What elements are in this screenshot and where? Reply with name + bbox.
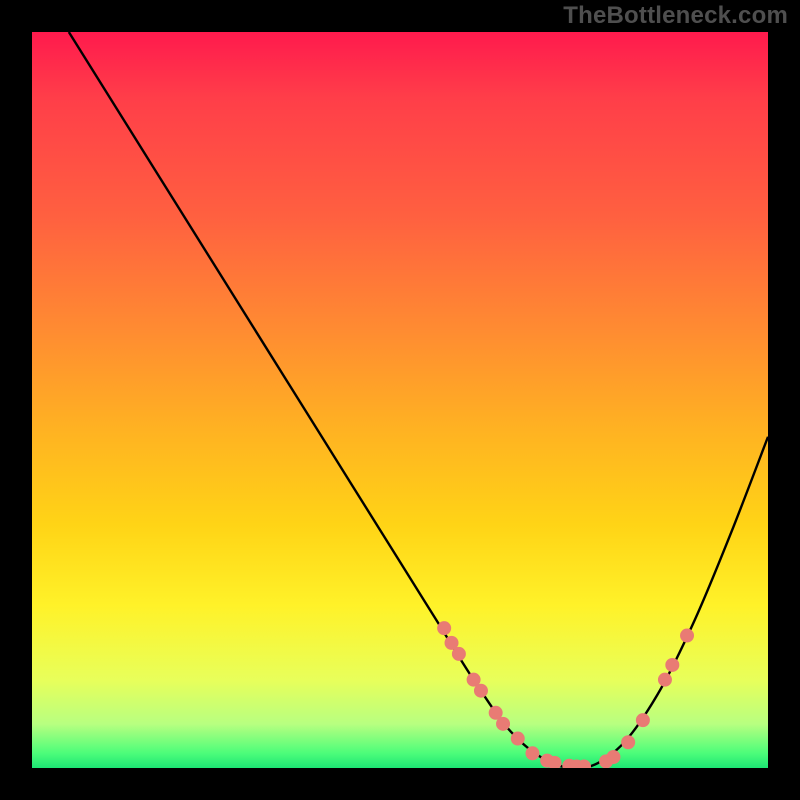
curve-marker [445, 636, 458, 649]
curve-marker [526, 747, 539, 760]
curve-marker [548, 756, 561, 768]
curve-marker [666, 658, 679, 671]
curve-marker [607, 750, 620, 763]
curve-marker [622, 736, 635, 749]
curve-marker [438, 622, 451, 635]
curve-marker [636, 714, 649, 727]
chart-svg [32, 32, 768, 768]
curve-marker [681, 629, 694, 642]
curve-marker [497, 717, 510, 730]
curve-marker [489, 706, 502, 719]
plot-area [32, 32, 768, 768]
curve-marker [467, 673, 480, 686]
curve-group [69, 32, 768, 768]
bottleneck-curve [69, 32, 768, 768]
curve-marker [658, 673, 671, 686]
curve-marker [452, 647, 465, 660]
curve-marker [578, 760, 591, 768]
curve-marker [474, 684, 487, 697]
curve-markers [438, 622, 694, 768]
chart-frame: TheBottleneck.com [0, 0, 800, 800]
watermark-text: TheBottleneck.com [563, 2, 788, 30]
curve-marker [511, 732, 524, 745]
